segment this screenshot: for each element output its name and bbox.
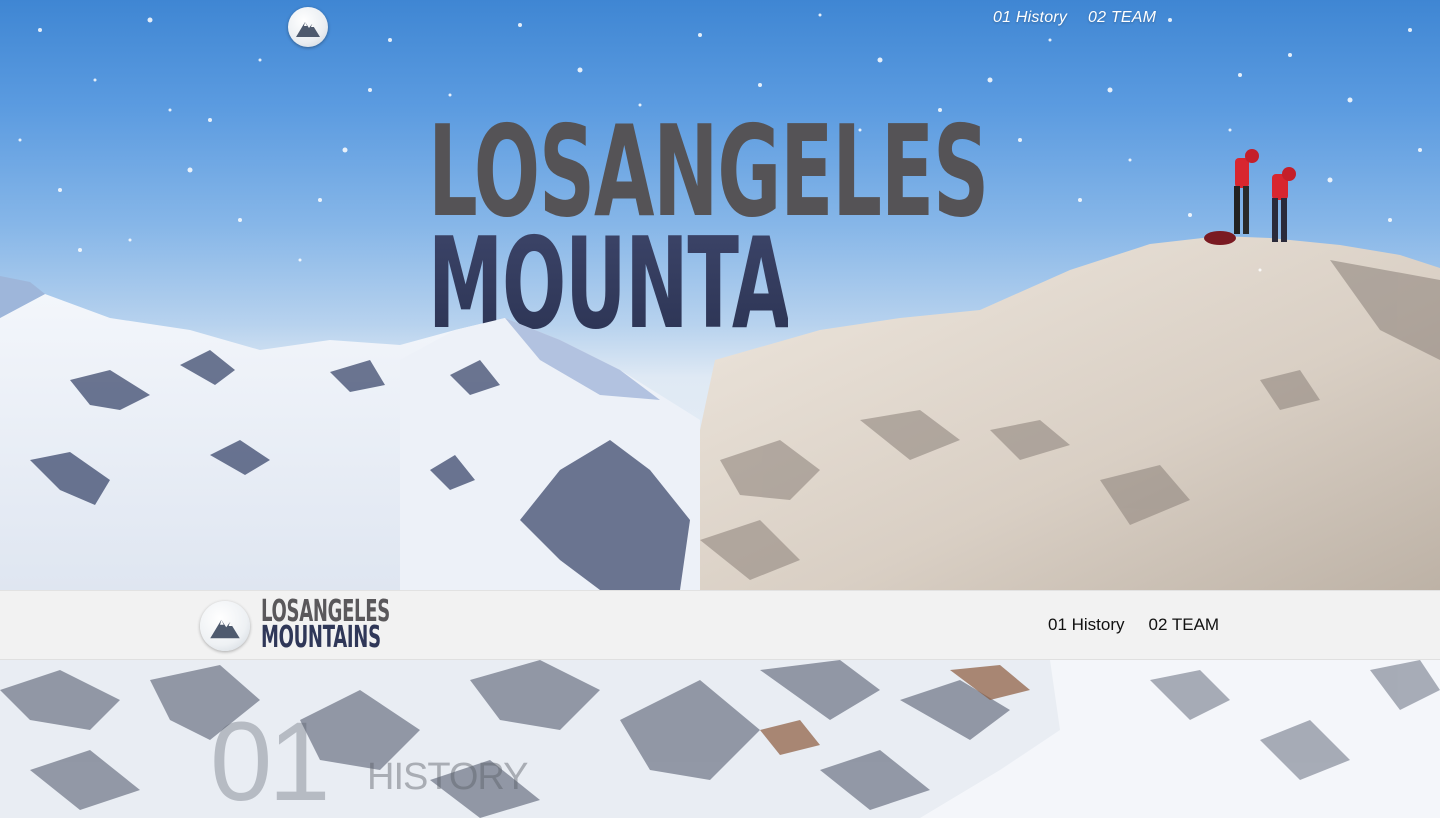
header-logo-icon[interactable] (200, 601, 250, 651)
hero-section: 01 History 02 TEAM LOSANGELES MOUNTAINS (0, 0, 1440, 590)
header-nav: 01 History 02 TEAM (1048, 615, 1219, 635)
header-bar: LOSANGELES MOUNTAINS 01 History 02 TEAM (0, 590, 1440, 660)
section-number: 01 (210, 699, 331, 824)
hero-foreground-mountains (400, 318, 700, 590)
header-nav-team-link[interactable]: 02 TEAM (1149, 615, 1220, 635)
header-brand[interactable]: LOSANGELES MOUNTAINS (261, 597, 476, 655)
mountain-icon (210, 619, 240, 639)
header-nav-history-link[interactable]: 01 History (1048, 615, 1125, 635)
header-brand-line2: MOUNTAINS (261, 620, 381, 655)
section-title: HISTORY (367, 756, 529, 798)
